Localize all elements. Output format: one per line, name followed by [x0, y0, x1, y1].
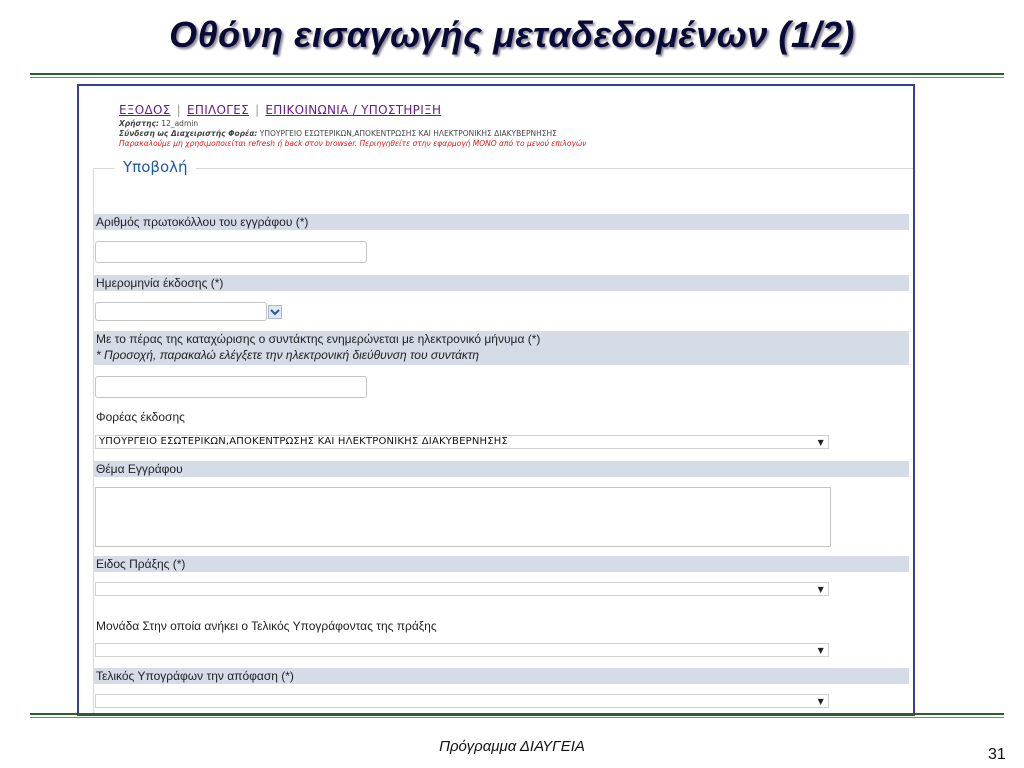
top-nav: ΕΞΟΔΟΣ | ΕΠΙΛΟΓΕΣ | ΕΠΙΚΟΙΝΩΝΙΑ / ΥΠΟΣΤΗΡΙΞΗ: [119, 103, 441, 117]
issuer-label: Φορέας έκδοσης: [96, 410, 185, 424]
unit-select[interactable]: ▼: [95, 643, 829, 657]
email-note: * Προσοχή, παρακαλώ ελέγξετε την ηλεκτρο…: [96, 348, 480, 362]
protocol-label: Αριθμός πρωτοκόλλου του εγγράφου (*): [93, 214, 909, 230]
nav-separator: |: [176, 103, 181, 117]
unit-label: Μονάδα Στην οποία ανήκει ο Τελικός Υπογρ…: [96, 619, 437, 633]
warning-message: Παρακαλούμε μη χρησιμοποιείται refresh ή…: [119, 139, 587, 148]
org-value: ΥΠΟΥΡΓΕΙΟ ΕΣΩΤΕΡΙΚΩΝ,ΑΠΟΚΕΝΤΡΩΣΗΣ ΚΑΙ ΗΛ…: [259, 129, 557, 138]
fieldset-border-left: [93, 168, 94, 714]
subject-textarea[interactable]: [95, 487, 831, 547]
fieldset-border: [93, 168, 913, 169]
date-input[interactable]: [95, 302, 267, 321]
org-info: Σύνδεση ως Διαχειριστής Φορέα: ΥΠΟΥΡΓΕΙΟ…: [119, 129, 557, 138]
signer-label: Τελικός Υπογράφων την απόφαση (*): [93, 668, 909, 684]
signer-select[interactable]: ▼: [95, 694, 829, 708]
nav-support-link[interactable]: ΕΠΙΚΟΙΝΩΝΙΑ / ΥΠΟΣΤΗΡΙΞΗ: [265, 103, 441, 117]
slide-title: Οθόνη εισαγωγής μεταδεδομένων (1/2): [169, 14, 855, 55]
top-divider: [30, 73, 1004, 81]
email-label-band: Με το πέρας της καταχώρισης ο συντάκτης …: [93, 331, 909, 365]
issuer-select[interactable]: ΥΠΟΥΡΓΕΙΟ ΕΣΩΤΕΡΙΚΩΝ,ΑΠΟΚΕΝΤΡΩΣΗΣ ΚΑΙ ΗΛ…: [95, 435, 829, 449]
nav-options-link[interactable]: ΕΠΙΛΟΓΕΣ: [187, 103, 249, 117]
bottom-divider: [30, 713, 1004, 721]
org-label: Σύνδεση ως Διαχειριστής Φορέα:: [119, 129, 258, 138]
dropdown-caret-icon: ▼: [817, 697, 824, 706]
date-label: Ημερομηνία έκδοσης (*): [93, 275, 909, 291]
dropdown-caret-icon: ▼: [817, 585, 824, 594]
screenshot-frame: ΕΞΟΔΟΣ | ΕΠΙΛΟΓΕΣ | ΕΠΙΚΟΙΝΩΝΙΑ / ΥΠΟΣΤΗΡΙΞΗ…: [77, 84, 915, 716]
dropdown-caret-icon: ▼: [817, 646, 824, 655]
user-info: Χρήστης: 12_admin: [119, 119, 198, 128]
act-type-label: Ειδος Πράξης (*): [93, 556, 909, 572]
issuer-value: ΥΠΟΥΡΓΕΙΟ ΕΣΩΤΕΡΙΚΩΝ,ΑΠΟΚΕΝΤΡΩΣΗΣ ΚΑΙ ΗΛ…: [99, 436, 509, 447]
page-number: 31: [988, 746, 1006, 763]
nav-separator: |: [255, 103, 260, 117]
email-input[interactable]: [95, 376, 367, 398]
act-type-select[interactable]: ▼: [95, 582, 829, 596]
slide-footer: Πρόγραμμα ΔΙΑΥΓΕΙΑ: [439, 738, 585, 755]
email-label: Με το πέρας της καταχώρισης ο συντάκτης …: [96, 332, 541, 346]
chevron-down-icon[interactable]: [268, 305, 282, 319]
user-label: Χρήστης:: [119, 119, 159, 128]
fieldset-legend: Υποβολή: [115, 158, 196, 176]
protocol-input[interactable]: [95, 241, 367, 263]
subject-label: Θέμα Εγγράφου: [93, 461, 909, 477]
user-value: 12_admin: [161, 119, 199, 128]
dropdown-caret-icon: ▼: [817, 438, 824, 447]
nav-exit-link[interactable]: ΕΞΟΔΟΣ: [119, 103, 171, 117]
